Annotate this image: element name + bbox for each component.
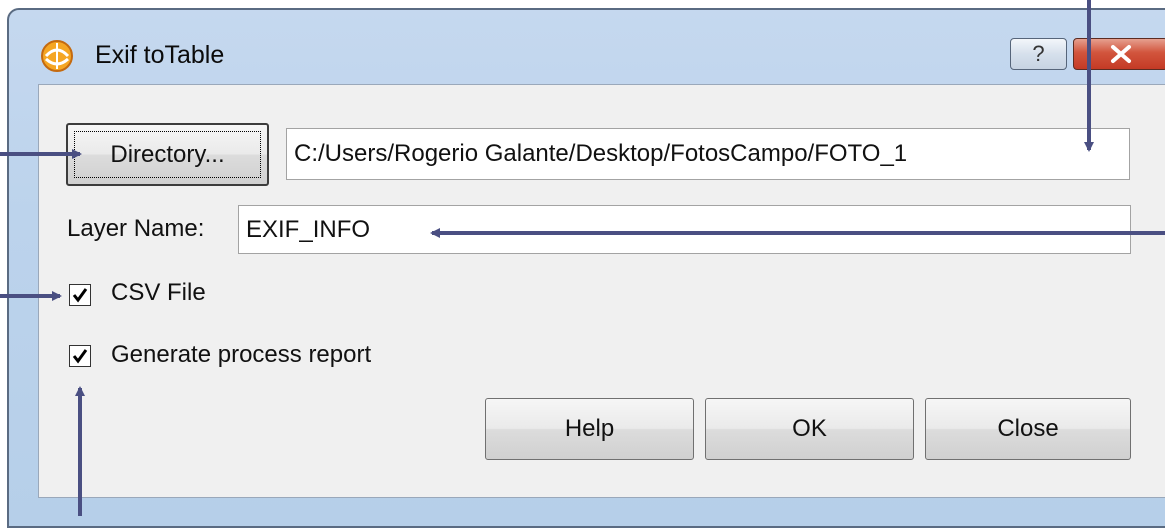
ok-button[interactable]: OK: [705, 398, 914, 460]
title-close-button[interactable]: [1073, 38, 1165, 70]
csv-file-checkbox[interactable]: [69, 284, 91, 306]
focus-rectangle: [74, 131, 261, 178]
layer-name-input[interactable]: EXIF_INFO: [238, 205, 1131, 254]
app-logo-icon: [41, 40, 73, 72]
close-button[interactable]: Close: [925, 398, 1131, 460]
csv-file-label[interactable]: CSV File: [111, 279, 206, 307]
checkmark-icon: [72, 288, 88, 303]
process-report-label[interactable]: Generate process report: [111, 341, 371, 369]
checkmark-icon: [72, 349, 88, 364]
help-button[interactable]: Help: [485, 398, 694, 460]
directory-button[interactable]: Directory...: [66, 123, 269, 186]
directory-path-field[interactable]: C:/Users/Rogerio Galante/Desktop/FotosCa…: [286, 128, 1130, 180]
title-help-button[interactable]: ?: [1010, 38, 1067, 70]
process-report-checkbox[interactable]: [69, 345, 91, 367]
question-mark-icon: ?: [1032, 41, 1045, 66]
layer-name-label: Layer Name:: [67, 215, 205, 242]
close-icon: [1110, 45, 1131, 63]
window-title: Exif toTable: [95, 41, 225, 69]
